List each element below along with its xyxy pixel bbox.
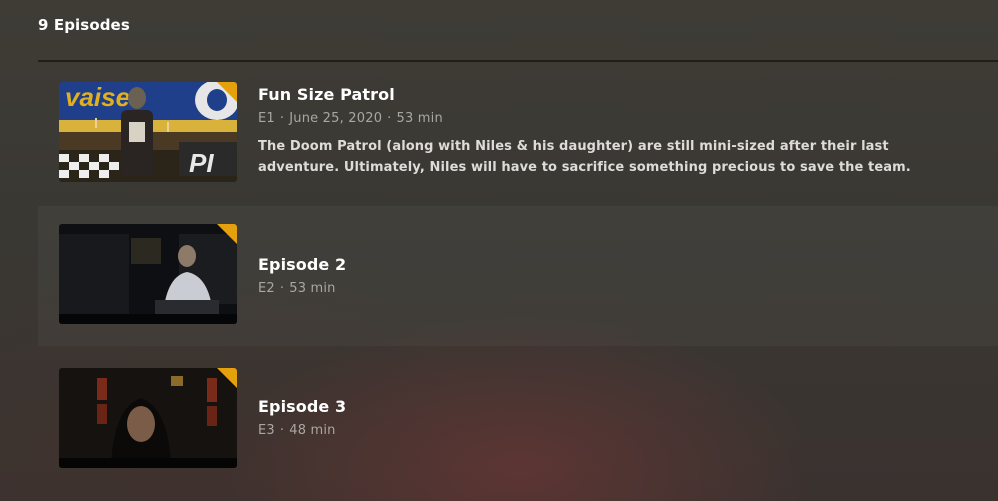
unwatched-indicator (217, 368, 237, 388)
episode-thumbnail[interactable] (59, 368, 237, 468)
episode-summary: The Doom Patrol (along with Niles & his … (258, 139, 911, 175)
separator-dot: · (279, 281, 285, 296)
episode-meta: E1 · June 25, 2020 · 53 min (258, 110, 978, 128)
episode-number: E2 (258, 281, 275, 296)
episode-date: June 25, 2020 (289, 111, 383, 126)
separator-dot: · (279, 423, 285, 438)
unwatched-indicator (217, 224, 237, 244)
separator-dot: · (279, 111, 285, 126)
episode-info: Episode 2 E2 · 53 min (258, 254, 978, 298)
episode-number: E1 (258, 111, 275, 126)
divider (38, 60, 998, 62)
svg-text:PI: PI (189, 148, 214, 178)
episode-row[interactable]: Episode 2 E2 · 53 min (38, 206, 998, 346)
episode-count-heading: 9 Episodes (38, 16, 130, 34)
episode-info: Fun Size Patrol E1 · June 25, 2020 · 53 min … (258, 84, 978, 178)
episode-meta: E2 · 53 min (258, 280, 978, 298)
episode-duration: 53 min (289, 281, 336, 296)
separator-dot: · (387, 111, 392, 126)
episode-thumbnail[interactable]: vaise PI (59, 82, 237, 182)
episode-title[interactable]: Fun Size Patrol (258, 84, 978, 106)
episode-duration: 48 min (289, 423, 336, 438)
episode-meta: E3 · 48 min (258, 422, 978, 440)
episode-info: Episode 3 E3 · 48 min (258, 396, 978, 440)
episode-title[interactable]: Episode 3 (258, 396, 978, 418)
episode-row[interactable]: vaise PI Fun Size Patrol E1 · June 25, 202… (38, 64, 998, 204)
episode-row[interactable]: Episode 3 E3 · 48 min (38, 348, 998, 488)
svg-text:vaise: vaise (65, 82, 130, 112)
unwatched-indicator (217, 82, 237, 102)
episode-duration: 53 min (396, 111, 443, 126)
episode-number: E3 (258, 423, 275, 438)
episode-title[interactable]: Episode 2 (258, 254, 978, 276)
episode-thumbnail[interactable] (59, 224, 237, 324)
